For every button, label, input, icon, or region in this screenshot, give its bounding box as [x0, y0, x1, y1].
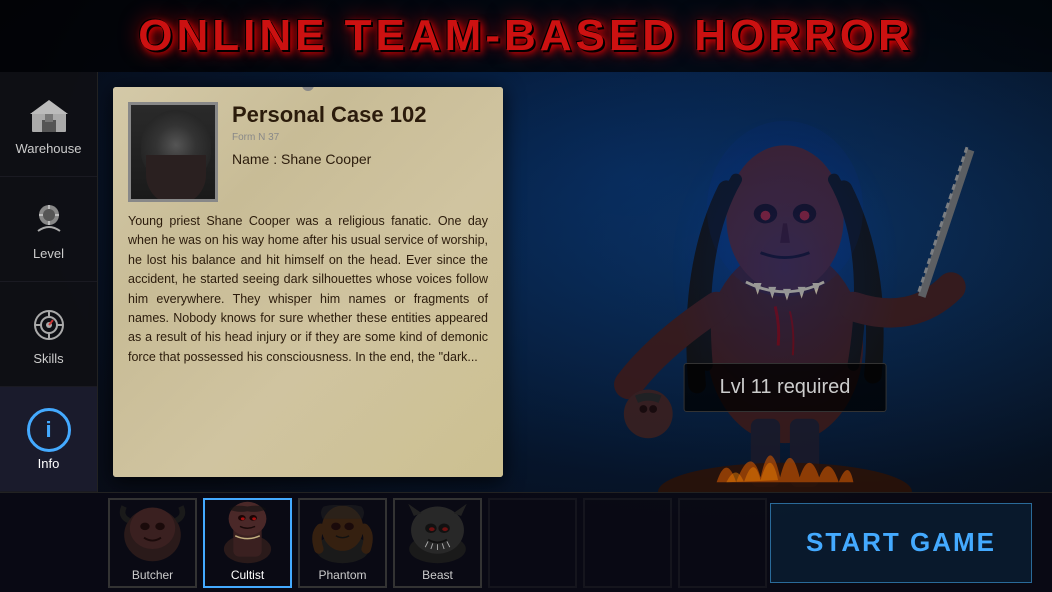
- phantom-svg: [300, 500, 385, 565]
- phantom-thumb: [300, 500, 385, 566]
- sidebar-item-level[interactable]: Level: [0, 177, 97, 282]
- case-card: Personal Case 102 Form N 37 Name : Shane…: [113, 87, 503, 477]
- butcher-thumb: [110, 500, 195, 566]
- start-game-button[interactable]: START GAME: [770, 503, 1032, 583]
- title-bar: ONLINE TEAM-BASED HORROR: [0, 0, 1052, 72]
- case-title-area: Personal Case 102 Form N 37 Name : Shane…: [232, 102, 488, 167]
- main-title: ONLINE TEAM-BASED HORROR: [138, 11, 914, 60]
- case-name: Name : Shane Cooper: [232, 151, 488, 167]
- empty-thumb-3: [680, 510, 765, 580]
- beast-svg: [395, 500, 480, 565]
- level-icon: [27, 198, 71, 242]
- sidebar-item-info[interactable]: i Info: [0, 387, 97, 492]
- cultist-thumb: [205, 500, 290, 566]
- character-slot-phantom[interactable]: Phantom: [298, 498, 387, 588]
- case-card-inner: Personal Case 102 Form N 37 Name : Shane…: [113, 87, 503, 477]
- bottom-bar: Butcher Cultist: [0, 492, 1052, 592]
- butcher-label: Butcher: [110, 566, 195, 586]
- empty-thumb-2: [585, 510, 670, 580]
- case-title: Personal Case 102: [232, 102, 488, 128]
- sidebar-label-skills: Skills: [33, 351, 63, 366]
- main-content: Personal Case 102 Form N 37 Name : Shane…: [98, 72, 1052, 492]
- empty-label-3: [680, 580, 765, 586]
- skills-icon: [27, 303, 71, 347]
- monster-area: Lvl 11 required: [518, 72, 1052, 492]
- monster-silhouette: [518, 72, 1052, 492]
- sidebar: Warehouse Level: [0, 72, 98, 492]
- sidebar-label-level: Level: [33, 246, 64, 261]
- butcher-svg: [110, 500, 195, 565]
- phantom-label: Phantom: [300, 566, 385, 586]
- sidebar-label-warehouse: Warehouse: [16, 141, 82, 156]
- character-slot-cultist[interactable]: Cultist: [203, 498, 292, 588]
- case-portrait: [128, 102, 218, 202]
- cultist-label: Cultist: [205, 566, 290, 586]
- info-icon: i: [27, 408, 71, 452]
- empty-label-1: [490, 580, 575, 586]
- sidebar-item-warehouse[interactable]: Warehouse: [0, 72, 97, 177]
- portrait-face: [131, 105, 215, 199]
- empty-thumb-1: [490, 510, 575, 580]
- warehouse-icon: [27, 93, 71, 137]
- character-slot-butcher[interactable]: Butcher: [108, 498, 197, 588]
- character-slot-empty-3[interactable]: [678, 498, 767, 588]
- character-slot-beast[interactable]: Beast: [393, 498, 482, 588]
- character-slot-empty-1[interactable]: [488, 498, 577, 588]
- info-circle: i: [27, 408, 71, 452]
- portrait-pin: [302, 87, 314, 91]
- case-form-no: Form N 37: [232, 132, 488, 143]
- beast-thumb: [395, 500, 480, 566]
- sidebar-item-skills[interactable]: Skills: [0, 282, 97, 387]
- empty-label-2: [585, 580, 670, 586]
- case-header: Personal Case 102 Form N 37 Name : Shane…: [128, 102, 488, 202]
- lvl-required-badge: Lvl 11 required: [684, 363, 887, 412]
- sidebar-label-info: Info: [38, 456, 60, 471]
- monster-svg: [595, 72, 975, 492]
- case-body: Young priest Shane Cooper was a religiou…: [128, 212, 488, 367]
- cultist-svg: [205, 500, 290, 565]
- character-slot-empty-2[interactable]: [583, 498, 672, 588]
- title-wrapper: ONLINE TEAM-BASED HORROR: [138, 11, 914, 61]
- beast-label: Beast: [395, 566, 480, 586]
